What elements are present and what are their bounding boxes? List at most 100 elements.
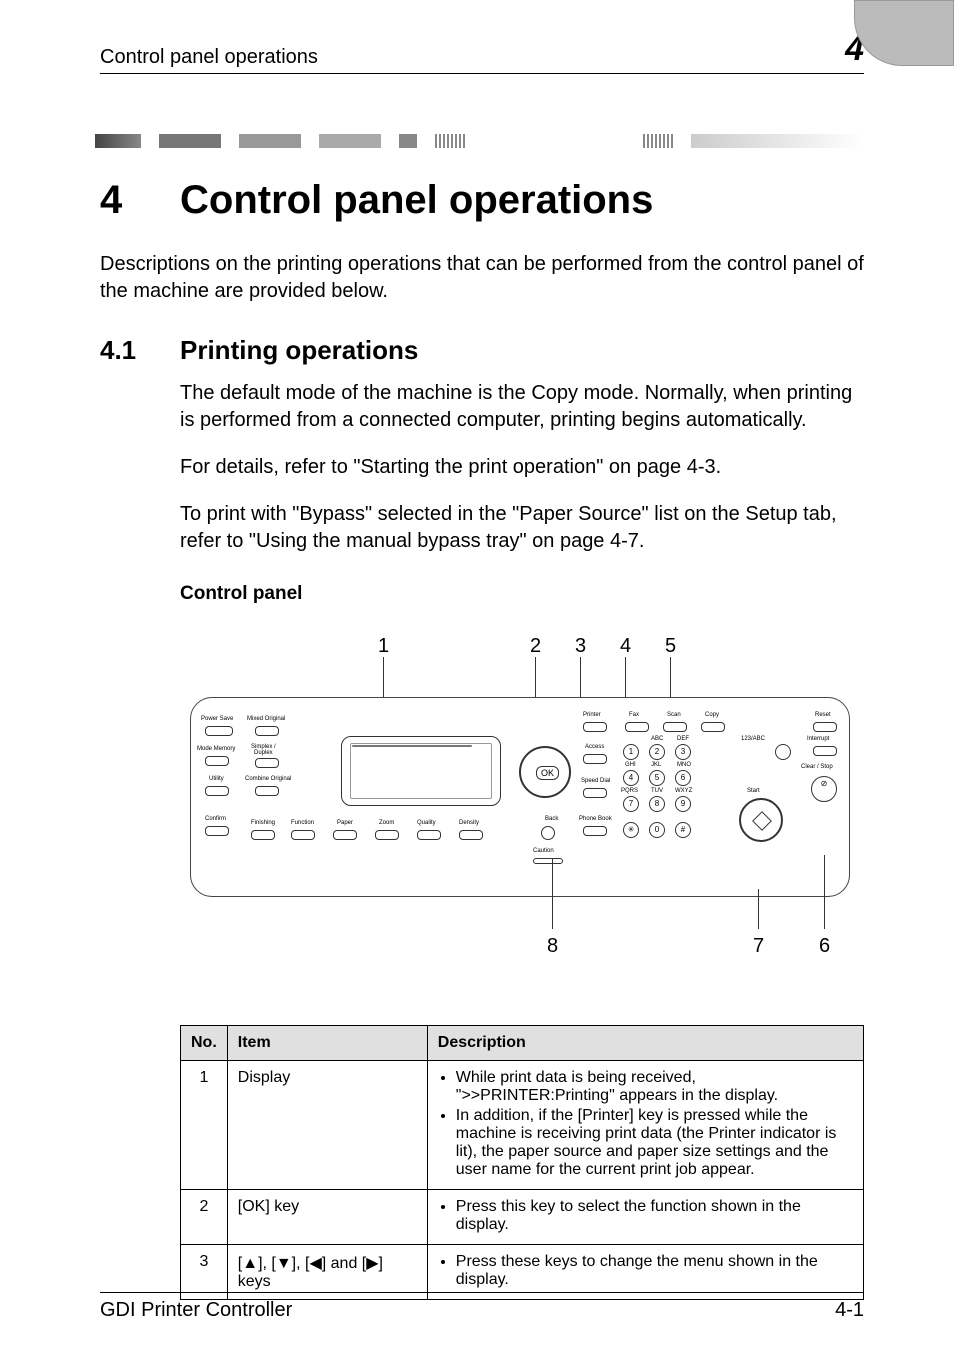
confirm-button[interactable] bbox=[205, 826, 229, 836]
label-power-save: Power Save bbox=[201, 716, 233, 722]
n123abc-button[interactable] bbox=[775, 744, 791, 760]
label-function: Function bbox=[291, 820, 314, 826]
section-number: 4.1 bbox=[100, 335, 180, 366]
cell-desc: Press this key to select the function sh… bbox=[427, 1190, 863, 1245]
label-phone-book: Phone Book bbox=[579, 816, 612, 822]
keypad-9[interactable]: 9 bbox=[675, 796, 691, 812]
mode-memory-button[interactable] bbox=[205, 756, 229, 766]
keypad-0[interactable]: 0 bbox=[649, 822, 665, 838]
label-pqrs: PQRS bbox=[621, 788, 638, 794]
callout-line bbox=[552, 859, 553, 929]
control-panel-outline: Power Save Mixed Original Mode Memory Si… bbox=[190, 697, 850, 897]
label-mode-memory: Mode Memory bbox=[197, 746, 235, 752]
cell-desc: While print data is being received, ">>P… bbox=[427, 1061, 863, 1190]
clear-stop-button[interactable]: ⊘ bbox=[811, 776, 837, 802]
caution-indicator bbox=[533, 858, 563, 864]
label-def: DEF bbox=[677, 736, 689, 742]
start-button[interactable] bbox=[739, 798, 783, 842]
desc-bullet: While print data is being received, ">>P… bbox=[456, 1069, 853, 1105]
keypad-4[interactable]: 4 bbox=[623, 770, 639, 786]
label-printer: Printer bbox=[583, 712, 601, 718]
function-button[interactable] bbox=[291, 830, 315, 840]
footer-left: GDI Printer Controller bbox=[100, 1299, 292, 1322]
th-item: Item bbox=[227, 1026, 427, 1061]
chapter-title: Control panel operations bbox=[180, 178, 653, 222]
cell-no: 2 bbox=[181, 1190, 228, 1245]
callout-line bbox=[383, 657, 384, 697]
speed-dial-button[interactable] bbox=[583, 788, 607, 798]
callout-line bbox=[670, 657, 671, 697]
label-finishing: Finishing bbox=[251, 820, 275, 826]
utility-button[interactable] bbox=[205, 786, 229, 796]
label-back: Back bbox=[545, 816, 558, 822]
label-zoom: Zoom bbox=[379, 820, 394, 826]
callout-5: 5 bbox=[665, 635, 676, 658]
keypad-5[interactable]: 5 bbox=[649, 770, 665, 786]
keypad-1[interactable]: 1 bbox=[623, 744, 639, 760]
header-title: Control panel operations bbox=[100, 46, 318, 69]
table-row: 2[OK] key Press this key to select the fu… bbox=[181, 1190, 864, 1245]
label-caution: Caution bbox=[533, 848, 554, 854]
interrupt-button[interactable] bbox=[813, 746, 837, 756]
access-button[interactable] bbox=[583, 754, 607, 764]
callout-1: 1 bbox=[378, 635, 389, 658]
body-paragraph-3: To print with "Bypass" selected in the "… bbox=[180, 501, 864, 555]
combine-original-button[interactable] bbox=[255, 786, 279, 796]
section-heading: 4.1Printing operations bbox=[100, 335, 864, 366]
finishing-button[interactable] bbox=[251, 830, 275, 840]
keypad-hash[interactable]: # bbox=[675, 822, 691, 838]
copy-button[interactable] bbox=[701, 722, 725, 732]
back-button[interactable] bbox=[541, 826, 555, 840]
display-inner bbox=[350, 743, 492, 799]
keypad-6[interactable]: 6 bbox=[675, 770, 691, 786]
keypad-7[interactable]: 7 bbox=[623, 796, 639, 812]
reset-button[interactable] bbox=[813, 722, 837, 732]
display-screen bbox=[341, 736, 501, 806]
phone-book-button[interactable] bbox=[583, 826, 607, 836]
callout-4: 4 bbox=[620, 635, 631, 658]
desc-bullet: In addition, if the [Printer] key is pre… bbox=[456, 1107, 853, 1179]
label-fax: Fax bbox=[629, 712, 639, 718]
control-panel-label: Control panel bbox=[180, 583, 864, 605]
cell-item: Display bbox=[227, 1061, 427, 1190]
callout-3: 3 bbox=[575, 635, 586, 658]
zoom-button[interactable] bbox=[375, 830, 399, 840]
cell-no: 1 bbox=[181, 1061, 228, 1190]
keypad-8[interactable]: 8 bbox=[649, 796, 665, 812]
label-wxyz: WXYZ bbox=[675, 788, 692, 794]
keypad-2[interactable]: 2 bbox=[649, 744, 665, 760]
paper-button[interactable] bbox=[333, 830, 357, 840]
label-start: Start bbox=[747, 788, 760, 794]
scan-button[interactable] bbox=[663, 722, 687, 732]
section-title: Printing operations bbox=[180, 335, 418, 365]
printer-button[interactable] bbox=[583, 722, 607, 732]
label-paper: Paper bbox=[337, 820, 353, 826]
label-mixed-original: Mixed Original bbox=[247, 716, 285, 722]
display-line bbox=[352, 745, 472, 747]
callout-6: 6 bbox=[819, 935, 830, 958]
callout-line bbox=[758, 889, 759, 929]
start-diamond-icon bbox=[752, 811, 772, 831]
cell-item: [OK] key bbox=[227, 1190, 427, 1245]
label-quality: Quality bbox=[417, 820, 436, 826]
simplex-duplex-button[interactable] bbox=[255, 758, 279, 768]
label-interrupt: Interrupt bbox=[807, 736, 829, 742]
label-123abc: 123/ABC bbox=[741, 736, 765, 742]
fax-button[interactable] bbox=[625, 722, 649, 732]
desc-bullet: Press this key to select the function sh… bbox=[456, 1198, 853, 1234]
callout-7: 7 bbox=[753, 935, 764, 958]
th-desc: Description bbox=[427, 1026, 863, 1061]
desc-bullet: Press these keys to change the menu show… bbox=[456, 1253, 853, 1289]
callout-line bbox=[535, 657, 536, 697]
callout-line bbox=[824, 855, 825, 929]
power-save-button[interactable] bbox=[205, 726, 233, 736]
mixed-original-button[interactable] bbox=[255, 726, 279, 736]
keypad-3[interactable]: 3 bbox=[675, 744, 691, 760]
callout-line bbox=[625, 657, 626, 697]
density-button[interactable] bbox=[459, 830, 483, 840]
ok-dial[interactable] bbox=[519, 746, 571, 798]
label-clear-stop: Clear / Stop bbox=[801, 764, 833, 770]
quality-button[interactable] bbox=[417, 830, 441, 840]
keypad-star[interactable]: ✳ bbox=[623, 822, 639, 838]
intro-paragraph: Descriptions on the printing operations … bbox=[100, 251, 864, 305]
